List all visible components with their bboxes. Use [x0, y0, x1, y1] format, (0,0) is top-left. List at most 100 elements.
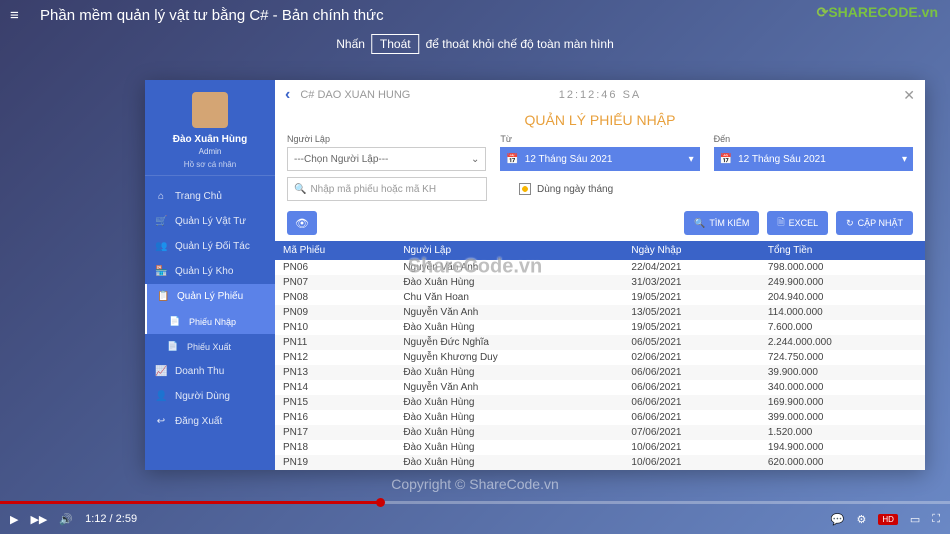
cell: Đào Xuân Hùng [395, 365, 623, 380]
captions-icon[interactable]: 💬 [831, 513, 845, 526]
chevron-down-icon: ▾ [902, 154, 907, 165]
cell: Đào Xuân Hùng [395, 410, 623, 425]
sidebar: Đào Xuân Hùng Admin Hồ sơ cá nhân ⌂Trang… [145, 80, 275, 470]
sidebar-item-8[interactable]: 👤Người Dùng [145, 384, 275, 409]
cell: 204.940.000 [760, 290, 925, 305]
nav-icon: ⌂ [155, 191, 167, 202]
sidebar-item-1[interactable]: 🛒Quản Lý Vật Tư [145, 209, 275, 234]
nav-label: Phiếu Nhập [189, 317, 236, 327]
window-titlebar: ‹ C# DAO XUAN HUNG 12:12:46 SA ✕ [275, 80, 925, 110]
nav-icon: 📈 [155, 366, 167, 377]
cell: 724.750.000 [760, 350, 925, 365]
close-icon[interactable]: ✕ [903, 87, 915, 104]
refresh-icon: ↻ [846, 218, 854, 229]
cell: 19/05/2021 [623, 320, 759, 335]
refresh-button[interactable]: ↻ CẬP NHẬT [836, 211, 913, 235]
sidebar-item-3[interactable]: 🏪 Quản Lý Kho [145, 259, 275, 284]
play-icon[interactable]: ▶ [10, 513, 18, 526]
menu-icon[interactable]: ≡ [10, 7, 30, 24]
cell: PN11 [275, 335, 395, 350]
cell: 02/06/2021 [623, 350, 759, 365]
nav-label: Quản Lý Vật Tư [175, 216, 246, 227]
cell: Đào Xuân Hùng [395, 395, 623, 410]
cell: 10/06/2021 [623, 440, 759, 455]
hd-badge: HD [878, 514, 898, 525]
table-row[interactable]: PN15Đào Xuân Hùng06/06/2021169.900.000 [275, 395, 925, 410]
profile-link[interactable]: Hồ sơ cá nhân [145, 160, 275, 176]
creator-label: Người Lập [287, 134, 486, 144]
grid[interactable]: Mã PhiếuNgười LậpNgày NhậpTổng Tiền PN06… [275, 241, 925, 470]
column-header[interactable]: Ngày Nhập [623, 241, 759, 260]
fullscreen-icon[interactable]: ⛶ [932, 513, 940, 526]
nav-icon: 👥 [155, 241, 167, 252]
table-row[interactable]: PN14Nguyễn Văn Anh06/06/2021340.000.000 [275, 380, 925, 395]
avatar [192, 92, 228, 128]
cell: PN07 [275, 275, 395, 290]
nav-label: Quản Lý Phiếu [177, 291, 243, 302]
column-header[interactable]: Mã Phiếu [275, 241, 395, 260]
nav-icon: 🏪 [155, 266, 167, 277]
table-row[interactable]: PN10Đào Xuân Hùng19/05/20217.600.000 [275, 320, 925, 335]
action-row: 👁 🔍 TÌM KIẾM 🗎 EXCEL ↻ CẬP NHẬT [275, 207, 925, 241]
search-input[interactable]: 🔍 Nhập mã phiếu hoặc mã KH [287, 177, 487, 201]
table-row[interactable]: PN19Đào Xuân Hùng10/06/2021620.000.000 [275, 455, 925, 470]
table-row[interactable]: PN06Nguyễn Văn Anh22/04/2021798.000.000 [275, 260, 925, 275]
cell: 22/04/2021 [623, 260, 759, 275]
time-display: 1:12 / 2:59 [85, 513, 137, 525]
column-header[interactable]: Tổng Tiền [760, 241, 925, 260]
sidebar-item-7[interactable]: 📈 Doanh Thu [145, 359, 275, 384]
nav-label: Đăng Xuất [175, 416, 222, 427]
sidebar-item-9[interactable]: ↩Đăng Xuất [145, 409, 275, 434]
cell: Chu Văn Hoan [395, 290, 623, 305]
search-button[interactable]: 🔍 TÌM KIẾM [684, 211, 759, 235]
use-date-checkbox[interactable]: Dùng ngày tháng [519, 183, 613, 195]
table-row[interactable]: PN12Nguyễn Khương Duy02/06/2021724.750.0… [275, 350, 925, 365]
exit-fullscreen-hint: Nhấn Thoát để thoát khỏi chế độ toàn màn… [336, 34, 614, 54]
next-icon[interactable]: ▶▶ [30, 513, 47, 526]
cell: 620.000.000 [760, 455, 925, 470]
view-button[interactable]: 👁 [287, 211, 317, 235]
calendar-icon: 📅 [506, 154, 518, 165]
table-row[interactable]: PN16Đào Xuân Hùng06/06/2021399.000.000 [275, 410, 925, 425]
search-icon: 🔍 [294, 184, 306, 195]
sidebar-item-6[interactable]: 📄Phiếu Xuất [145, 334, 275, 359]
player-controls: ▶ ▶▶ 🔊 1:12 / 2:59 💬 ⚙ HD ▭ ⛶ [0, 504, 950, 534]
chevron-down-icon: ▾ [689, 154, 694, 165]
nav-label: Doanh Thu [175, 366, 224, 377]
sidebar-item-4[interactable]: 📋Quản Lý Phiếu [145, 284, 275, 309]
page-title: QUẢN LÝ PHIẾU NHẬP [275, 110, 925, 134]
nav-label: Quản Lý Kho [175, 266, 233, 277]
settings-icon[interactable]: ⚙ [856, 513, 866, 526]
table-row[interactable]: PN07Đào Xuân Hùng31/03/2021249.900.000 [275, 275, 925, 290]
table-row[interactable]: PN13Đào Xuân Hùng06/06/202139.900.000 [275, 365, 925, 380]
miniplayer-icon[interactable]: ▭ [910, 513, 920, 526]
back-icon[interactable]: ‹ [285, 86, 290, 104]
cell: 39.900.000 [760, 365, 925, 380]
calendar-icon: 📅 [720, 154, 732, 165]
cell: 07/06/2021 [623, 425, 759, 440]
sidebar-item-2[interactable]: 👥Quản Lý Đối Tác [145, 234, 275, 259]
cell: 169.900.000 [760, 395, 925, 410]
excel-button[interactable]: 🗎 EXCEL [767, 211, 828, 235]
table-row[interactable]: PN18Đào Xuân Hùng10/06/2021194.900.000 [275, 440, 925, 455]
cell: Nguyễn Văn Anh [395, 260, 623, 275]
table-row[interactable]: PN11Nguyễn Đức Nghĩa06/05/20212.244.000.… [275, 335, 925, 350]
volume-icon[interactable]: 🔊 [59, 513, 73, 526]
table-row[interactable]: PN09Nguyễn Văn Anh13/05/2021114.000.000 [275, 305, 925, 320]
sidebar-item-0[interactable]: ⌂Trang Chủ [145, 184, 275, 209]
nav-label: Người Dùng [175, 391, 230, 402]
cell: Đào Xuân Hùng [395, 455, 623, 470]
sidebar-item-5[interactable]: 📄Phiếu Nhập [145, 309, 275, 334]
to-date[interactable]: 📅 12 Tháng Sáu 2021 ▾ [714, 147, 913, 171]
from-date[interactable]: 📅 12 Tháng Sáu 2021 ▾ [500, 147, 699, 171]
cell: 13/05/2021 [623, 305, 759, 320]
column-header[interactable]: Người Lập [395, 241, 623, 260]
clock: 12:12:46 SA [559, 89, 642, 101]
table-row[interactable]: PN17Đào Xuân Hùng07/06/20211.520.000 [275, 425, 925, 440]
cell: PN13 [275, 365, 395, 380]
filter-row: Người Lập ---Chọn Người Lập--- ⌄ Từ 📅 12… [275, 134, 925, 177]
table-row[interactable]: PN08Chu Văn Hoan19/05/2021204.940.000 [275, 290, 925, 305]
creator-select[interactable]: ---Chọn Người Lập--- ⌄ [287, 147, 486, 171]
cell: 1.520.000 [760, 425, 925, 440]
cell: 7.600.000 [760, 320, 925, 335]
